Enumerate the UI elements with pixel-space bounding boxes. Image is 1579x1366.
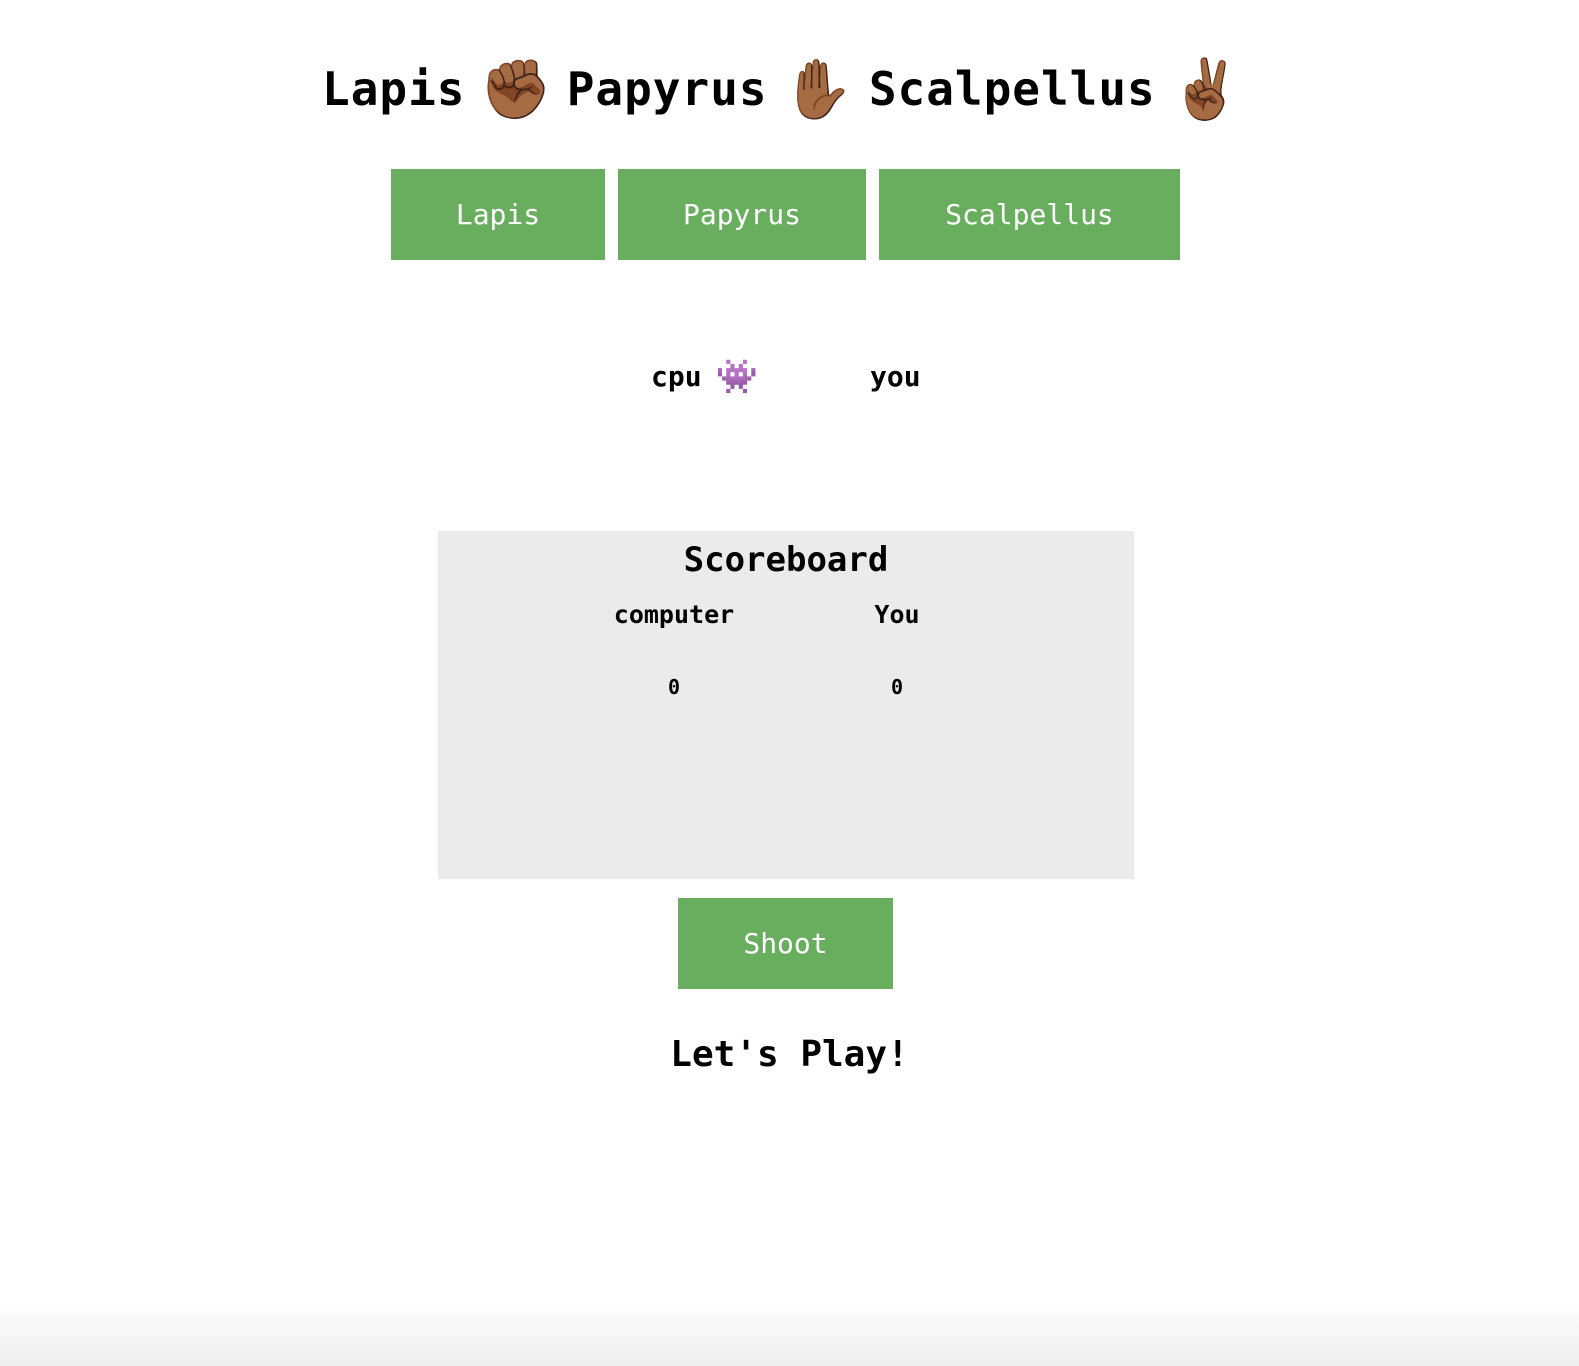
- scalpellus-button[interactable]: Scalpellus: [879, 169, 1180, 260]
- papyrus-button[interactable]: Papyrus: [618, 169, 866, 260]
- you-player: you: [870, 352, 921, 402]
- scoreboard: Scoreboard computer You 0 0: [438, 531, 1134, 879]
- computer-column-header: computer: [613, 600, 735, 629]
- title-scalpellus: Scalpellus: [868, 62, 1156, 116]
- cpu-player: cpu 👾: [651, 352, 758, 402]
- title-lapis: Lapis: [322, 62, 466, 116]
- shoot-button[interactable]: Shoot: [678, 898, 893, 989]
- raised-hand-icon: ✋🏾: [781, 55, 855, 123]
- computer-score: 0: [667, 675, 681, 699]
- you-column-header: You: [874, 600, 920, 629]
- bottom-shadow: [0, 1300, 1579, 1366]
- you-label: you: [870, 360, 921, 393]
- page-title: Lapis ✊🏾 Papyrus ✋🏾 Scalpellus ✌🏾: [0, 44, 1579, 134]
- title-papyrus: Papyrus: [566, 62, 768, 116]
- victory-hand-icon: ✌🏾: [1169, 55, 1243, 123]
- cpu-label: cpu: [651, 360, 702, 393]
- alien-monster-icon: 👾: [715, 357, 758, 397]
- status-message: Let's Play!: [670, 1034, 909, 1075]
- fist-icon: ✊🏾: [479, 55, 553, 123]
- scoreboard-title: Scoreboard: [683, 540, 889, 580]
- you-score: 0: [890, 675, 904, 699]
- lapis-button[interactable]: Lapis: [391, 169, 605, 260]
